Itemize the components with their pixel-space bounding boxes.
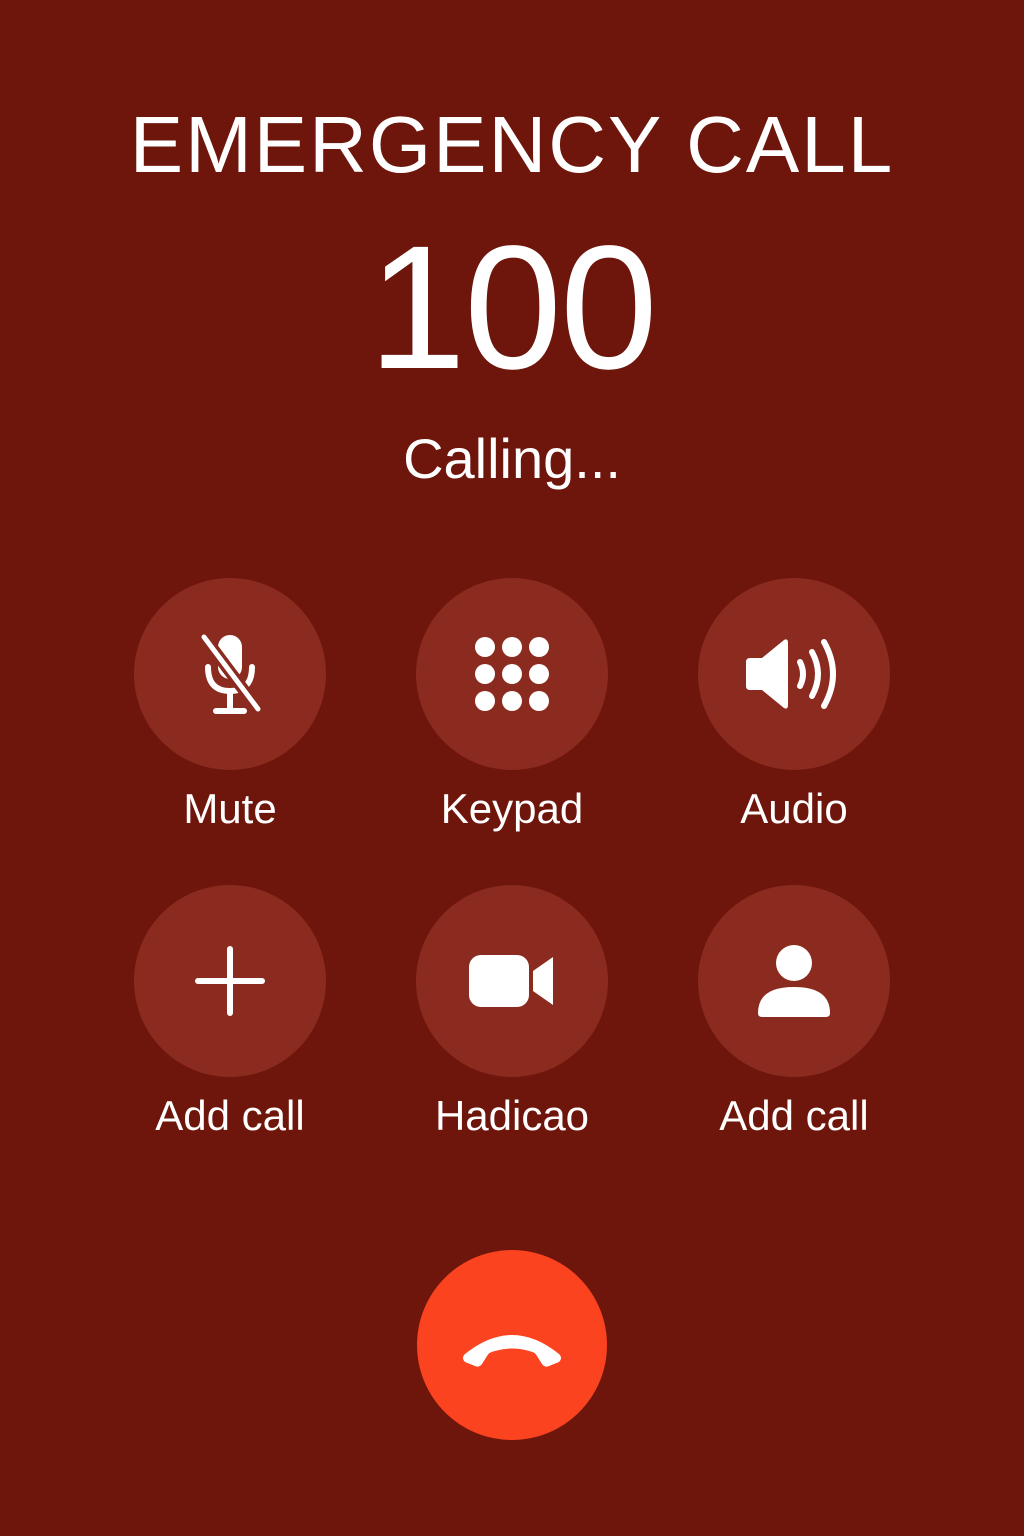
mute-button[interactable] xyxy=(134,578,326,770)
end-call-button[interactable] xyxy=(417,1250,607,1440)
video-button[interactable] xyxy=(416,885,608,1077)
keypad-control: Keypad xyxy=(380,578,640,848)
video-camera-icon xyxy=(469,955,553,1007)
call-status: Calling... xyxy=(403,427,621,490)
audio-label: Audio xyxy=(740,785,848,832)
call-screen: EMERGENCY CALL 100 Calling... Mute Keypa… xyxy=(0,0,1024,1536)
audio-control: Audio xyxy=(662,578,922,848)
speaker-icon xyxy=(746,639,836,709)
video-label: Hadicao xyxy=(434,1092,590,1139)
call-title: EMERGENCY CALL xyxy=(129,100,895,189)
dialed-number: 100 xyxy=(368,210,658,406)
end-call-icon xyxy=(463,1335,561,1367)
plus-icon xyxy=(195,946,265,1016)
keypad-label: Keypad xyxy=(440,785,584,832)
person-icon xyxy=(758,945,830,1017)
video-control: Hadicao xyxy=(380,885,640,1155)
mute-label: Mute xyxy=(183,785,277,832)
keypad-button[interactable] xyxy=(416,578,608,770)
audio-button[interactable] xyxy=(698,578,890,770)
microphone-off-icon xyxy=(199,633,263,714)
contacts-label: Add call xyxy=(719,1092,869,1139)
mute-control: Mute xyxy=(98,578,358,848)
add-call-label: Add call xyxy=(155,1092,305,1139)
contacts-button[interactable] xyxy=(698,885,890,1077)
add-call-button[interactable] xyxy=(134,885,326,1077)
contacts-control: Add call xyxy=(662,885,922,1155)
add-call-control: Add call xyxy=(98,885,358,1155)
keypad-icon xyxy=(475,637,549,711)
